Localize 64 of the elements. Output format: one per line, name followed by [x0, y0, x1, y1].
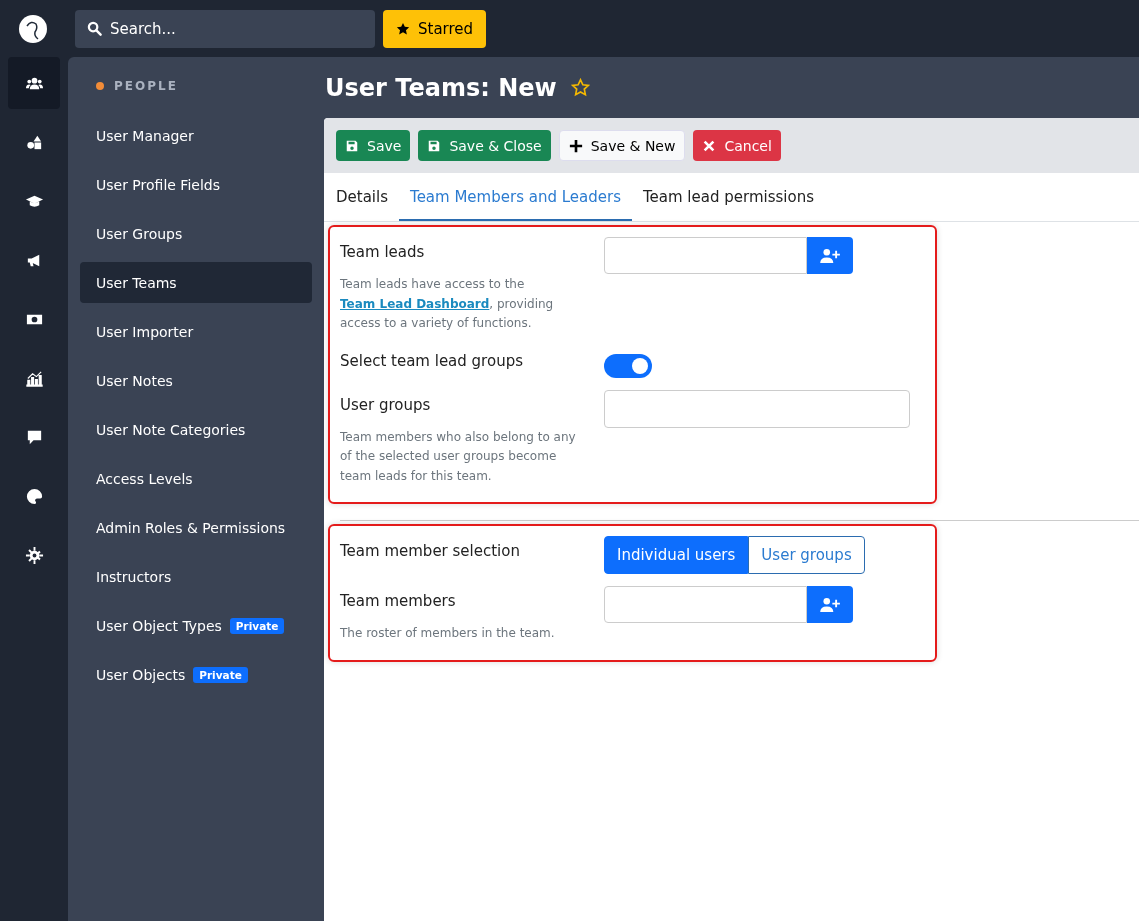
- sidebar-item[interactable]: User Objects Private: [80, 654, 312, 695]
- input-field[interactable]: [604, 389, 910, 428]
- star-icon: [396, 21, 410, 36]
- sidebar-item-label: User Object Types: [96, 617, 222, 634]
- sidebar-item-label: User Manager: [96, 127, 194, 144]
- tab[interactable]: Details: [325, 173, 399, 221]
- sidebar-item[interactable]: User Note Categories: [80, 409, 312, 450]
- sidebar-item[interactable]: User Groups: [80, 213, 312, 254]
- input-field[interactable]: [604, 586, 807, 623]
- toggle-switch[interactable]: [604, 353, 652, 378]
- page-title: User Teams: New: [325, 73, 557, 102]
- rail-item[interactable]: [8, 57, 60, 109]
- field-description: Team leads have access to the Team Lead Dashboard, providing access to a variety of functions.: [340, 276, 555, 332]
- sidebar-item-label: User Teams: [96, 274, 177, 291]
- sidebar-item-label: Access Levels: [96, 470, 193, 487]
- sidebar-item-label: User Note Categories: [96, 421, 246, 438]
- sidebar-item-label: User Notes: [96, 372, 173, 389]
- field-label: Team members: [340, 592, 457, 610]
- add-user-button[interactable]: [807, 586, 853, 623]
- plus-icon: [568, 138, 583, 153]
- segment-option[interactable]: Individual users: [604, 536, 749, 574]
- field-label: User groups: [340, 395, 432, 414]
- palette-icon: [24, 486, 44, 506]
- private-badge: Private: [229, 617, 285, 634]
- sidebar-item[interactable]: User Teams: [80, 262, 312, 303]
- field-description: The roster of members in the team.: [340, 625, 556, 642]
- status-dot: [96, 82, 104, 90]
- sidebar-item-label: User Importer: [96, 323, 194, 340]
- sidebar-item[interactable]: User Manager: [80, 115, 312, 156]
- sidebar-item-label: Admin Roles & Permissions: [96, 519, 286, 536]
- save-new-button[interactable]: Save & New: [558, 130, 686, 161]
- tab[interactable]: Team Members and Leaders: [399, 173, 632, 221]
- field-description: Team members who also belong to any of the selected user groups become team leads for this team.: [340, 428, 577, 485]
- tab[interactable]: Team lead permissions: [631, 173, 825, 221]
- segment-option[interactable]: User groups: [748, 536, 865, 574]
- sidebar-item-label: User Profile Fields: [96, 176, 220, 193]
- field-label: Team leads: [340, 243, 426, 261]
- field-label: Select team lead groups: [340, 351, 524, 370]
- save-button[interactable]: Save: [336, 130, 411, 161]
- sidebar-item[interactable]: Instructors: [80, 556, 312, 597]
- sidebar-item[interactable]: Admin Roles & Permissions: [80, 507, 312, 548]
- add-user-icon: [819, 597, 841, 612]
- sidebar-item[interactable]: User Profile Fields: [80, 164, 312, 205]
- sidebar-item[interactable]: User Notes: [80, 360, 312, 401]
- sidebar-item-label: User Groups: [96, 225, 183, 242]
- add-user-button[interactable]: [807, 237, 853, 274]
- field-label: Team member selection: [340, 542, 521, 560]
- settings-icon: [24, 545, 44, 565]
- sidebar-item-label: Instructors: [96, 568, 172, 585]
- search-field[interactable]: Search...: [75, 9, 375, 48]
- sidebar-item[interactable]: Access Levels: [80, 458, 312, 499]
- section-heading: PEOPLE: [114, 79, 178, 93]
- star-icon[interactable]: [570, 78, 590, 97]
- search-icon: [87, 20, 102, 36]
- save-button[interactable]: Save & Close: [418, 130, 551, 161]
- sidebar-item[interactable]: User Importer: [80, 311, 312, 352]
- starred-button[interactable]: Starred: [383, 9, 487, 48]
- input-field[interactable]: [604, 237, 807, 274]
- sidebar-item[interactable]: User Object Types Private: [80, 605, 312, 646]
- cancel-button[interactable]: Cancel: [693, 130, 781, 161]
- sidebar-item-label: User Objects: [96, 666, 186, 683]
- close-icon: [702, 138, 717, 153]
- add-user-icon: [819, 248, 841, 263]
- private-badge: Private: [193, 666, 248, 683]
